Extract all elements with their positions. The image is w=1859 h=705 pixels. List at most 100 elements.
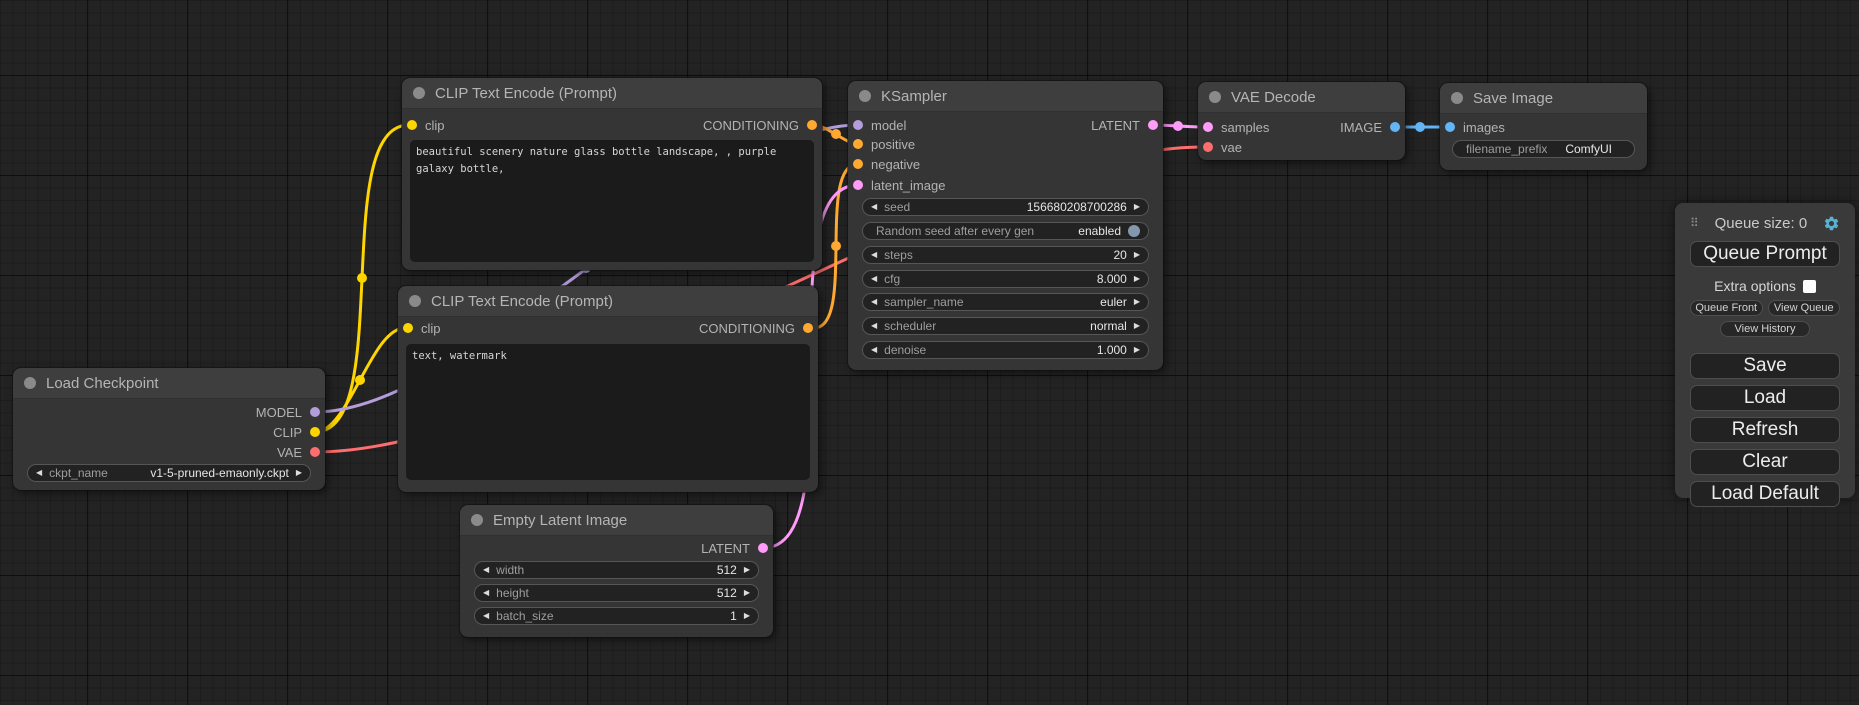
collapse-dot-icon[interactable] [24, 377, 36, 389]
seed-widget[interactable]: ◀ seed 156680208700286 ▶ [862, 198, 1149, 216]
latent-output-slot[interactable] [758, 543, 768, 553]
input-label: samples [1221, 120, 1269, 135]
history-row: View History [1690, 321, 1840, 337]
decrement-arrow-icon[interactable]: ◀ [871, 346, 877, 354]
vae-output-slot[interactable] [310, 447, 320, 457]
link-midpoint-dot [831, 129, 841, 139]
extra-options-checkbox[interactable] [1803, 280, 1816, 293]
conditioning-output-slot[interactable] [803, 323, 813, 333]
increment-arrow-icon[interactable]: ▶ [744, 612, 750, 620]
collapse-dot-icon[interactable] [1451, 92, 1463, 104]
node-titlebar[interactable]: Save Image [1440, 83, 1647, 114]
ckpt-name-widget[interactable]: ◀ ckpt_name v1-5-pruned-emaonly.ckpt ▶ [27, 464, 311, 482]
latent-image-input-slot[interactable] [853, 180, 863, 190]
increment-arrow-icon[interactable]: ▶ [1134, 203, 1140, 211]
slot-row: samples IMAGE [1198, 117, 1405, 137]
node-vae-decode[interactable]: VAE Decode samples IMAGE vae [1198, 82, 1405, 160]
view-history-button[interactable]: View History [1720, 321, 1810, 337]
prompt-textarea[interactable]: beautiful scenery nature glass bottle la… [410, 140, 814, 262]
load-button[interactable]: Load [1690, 385, 1840, 411]
model-output-slot[interactable] [310, 407, 320, 417]
output-label: IMAGE [1340, 120, 1382, 135]
node-clip-text-encode-positive[interactable]: CLIP Text Encode (Prompt) clip CONDITION… [402, 78, 822, 270]
model-input-slot[interactable] [853, 120, 863, 130]
height-widget[interactable]: ◀ height 512 ▶ [474, 584, 759, 602]
batch-size-widget[interactable]: ◀ batch_size 1 ▶ [474, 607, 759, 625]
input-row-positive: positive [848, 134, 1163, 154]
increment-arrow-icon[interactable]: ▶ [1134, 322, 1140, 330]
negative-input-slot[interactable] [853, 159, 863, 169]
increment-arrow-icon[interactable]: ▶ [1134, 251, 1140, 259]
widget-value: euler [964, 295, 1127, 309]
clip-input-slot[interactable] [403, 323, 413, 333]
comfyui-canvas[interactable]: { "colors": { "model": "#B39DDB", "clip"… [0, 0, 1859, 705]
collapse-dot-icon[interactable] [471, 514, 483, 526]
prompt-textarea[interactable]: text, watermark [406, 344, 810, 480]
collapse-dot-icon[interactable] [409, 295, 421, 307]
filename-prefix-widget[interactable]: filename_prefix ComfyUI [1452, 140, 1635, 158]
clip-output-slot[interactable] [310, 427, 320, 437]
cfg-widget[interactable]: ◀ cfg 8.000 ▶ [862, 270, 1149, 288]
increment-arrow-icon[interactable]: ▶ [1134, 298, 1140, 306]
drag-handle-icon[interactable]: ⠿ [1690, 217, 1699, 229]
decrement-arrow-icon[interactable]: ◀ [871, 203, 877, 211]
view-queue-button[interactable]: View Queue [1768, 300, 1841, 316]
image-output-slot[interactable] [1390, 122, 1400, 132]
increment-arrow-icon[interactable]: ▶ [1134, 275, 1140, 283]
load-default-button[interactable]: Load Default [1690, 481, 1840, 507]
refresh-button[interactable]: Refresh [1690, 417, 1840, 443]
conditioning-output-slot[interactable] [807, 120, 817, 130]
decrement-arrow-icon[interactable]: ◀ [483, 589, 489, 597]
queue-front-button[interactable]: Queue Front [1690, 300, 1763, 316]
node-title: VAE Decode [1231, 89, 1316, 106]
width-widget[interactable]: ◀ width 512 ▶ [474, 561, 759, 579]
decrement-arrow-icon[interactable]: ◀ [871, 322, 877, 330]
node-titlebar[interactable]: Load Checkpoint [13, 368, 325, 399]
clip-input-slot[interactable] [407, 120, 417, 130]
latent-output-slot[interactable] [1148, 120, 1158, 130]
denoise-widget[interactable]: ◀ denoise 1.000 ▶ [862, 341, 1149, 359]
scheduler-widget[interactable]: ◀ scheduler normal ▶ [862, 317, 1149, 335]
node-titlebar[interactable]: CLIP Text Encode (Prompt) [398, 286, 818, 317]
node-empty-latent-image[interactable]: Empty Latent Image LATENT ◀ width 512 ▶ … [460, 505, 773, 637]
link-midpoint-dot [357, 273, 367, 283]
decrement-arrow-icon[interactable]: ◀ [483, 612, 489, 620]
random-seed-toggle-widget[interactable]: Random seed after every gen enabled [862, 222, 1149, 240]
samples-input-slot[interactable] [1203, 122, 1213, 132]
toggle-dot-icon[interactable] [1128, 225, 1140, 237]
save-button[interactable]: Save [1690, 353, 1840, 379]
node-titlebar[interactable]: Empty Latent Image [460, 505, 773, 536]
collapse-dot-icon[interactable] [859, 90, 871, 102]
decrement-arrow-icon[interactable]: ◀ [483, 566, 489, 574]
clear-button[interactable]: Clear [1690, 449, 1840, 475]
node-title: CLIP Text Encode (Prompt) [435, 85, 617, 102]
increment-arrow-icon[interactable]: ▶ [296, 469, 302, 477]
node-titlebar[interactable]: KSampler [848, 81, 1163, 112]
input-row-latent-image: latent_image [848, 175, 1163, 195]
collapse-dot-icon[interactable] [413, 87, 425, 99]
decrement-arrow-icon[interactable]: ◀ [871, 275, 877, 283]
output-label: CONDITIONING [699, 321, 795, 336]
images-input-slot[interactable] [1445, 122, 1455, 132]
increment-arrow-icon[interactable]: ▶ [1134, 346, 1140, 354]
collapse-dot-icon[interactable] [1209, 91, 1221, 103]
decrement-arrow-icon[interactable]: ◀ [36, 469, 42, 477]
decrement-arrow-icon[interactable]: ◀ [871, 298, 877, 306]
node-save-image[interactable]: Save Image images filename_prefix ComfyU… [1440, 83, 1647, 170]
increment-arrow-icon[interactable]: ▶ [744, 589, 750, 597]
steps-widget[interactable]: ◀ steps 20 ▶ [862, 246, 1149, 264]
settings-gear-icon[interactable] [1823, 215, 1840, 232]
increment-arrow-icon[interactable]: ▶ [744, 566, 750, 574]
node-clip-text-encode-negative[interactable]: CLIP Text Encode (Prompt) clip CONDITION… [398, 286, 818, 492]
positive-input-slot[interactable] [853, 139, 863, 149]
workflow-buttons: Save Load Refresh Clear Load Default [1690, 353, 1840, 507]
node-ksampler[interactable]: KSampler model LATENT positive negative … [848, 81, 1163, 370]
node-titlebar[interactable]: VAE Decode [1198, 82, 1405, 113]
node-load-checkpoint[interactable]: Load Checkpoint MODEL CLIP VAE ◀ ckpt_na… [13, 368, 325, 490]
vae-input-slot[interactable] [1203, 142, 1213, 152]
queue-prompt-button[interactable]: Queue Prompt [1690, 241, 1840, 267]
sampler-name-widget[interactable]: ◀ sampler_name euler ▶ [862, 293, 1149, 311]
decrement-arrow-icon[interactable]: ◀ [871, 251, 877, 259]
slot-row: clip CONDITIONING [398, 318, 818, 338]
node-titlebar[interactable]: CLIP Text Encode (Prompt) [402, 78, 822, 109]
